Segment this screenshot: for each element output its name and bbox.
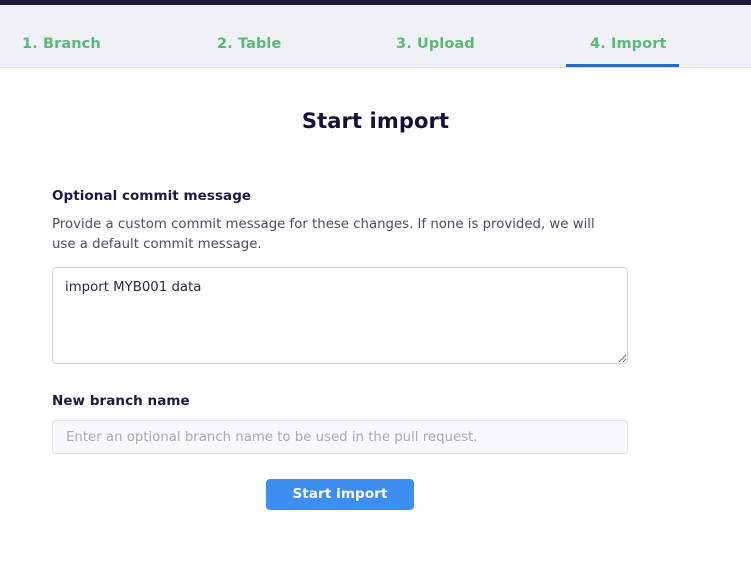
start-import-button[interactable]: Start import <box>266 479 413 510</box>
import-form-panel: Start import Optional commit message Pro… <box>0 68 751 564</box>
active-step-indicator <box>566 64 679 67</box>
commit-message-label: Optional commit message <box>52 188 628 204</box>
submit-row: Start import <box>52 479 628 510</box>
import-form: Optional commit message Provide a custom… <box>52 188 628 510</box>
commit-message-field-group: Optional commit message Provide a custom… <box>52 188 628 364</box>
commit-message-textarea[interactable] <box>52 267 628 364</box>
commit-message-help-text: Provide a custom commit message for thes… <box>52 215 612 255</box>
branch-name-input[interactable] <box>52 420 628 454</box>
step-tab-table[interactable]: 2. Table <box>217 36 281 52</box>
import-wizard-stepper: 1. Branch 2. Table 3. Upload 4. Import <box>0 5 751 68</box>
branch-name-field-group: New branch name <box>52 393 628 454</box>
branch-name-label: New branch name <box>52 393 628 409</box>
page-title: Start import <box>0 109 751 133</box>
step-tab-import[interactable]: 4. Import <box>590 36 666 52</box>
step-tab-upload[interactable]: 3. Upload <box>396 36 475 52</box>
step-tab-branch[interactable]: 1. Branch <box>22 36 101 52</box>
